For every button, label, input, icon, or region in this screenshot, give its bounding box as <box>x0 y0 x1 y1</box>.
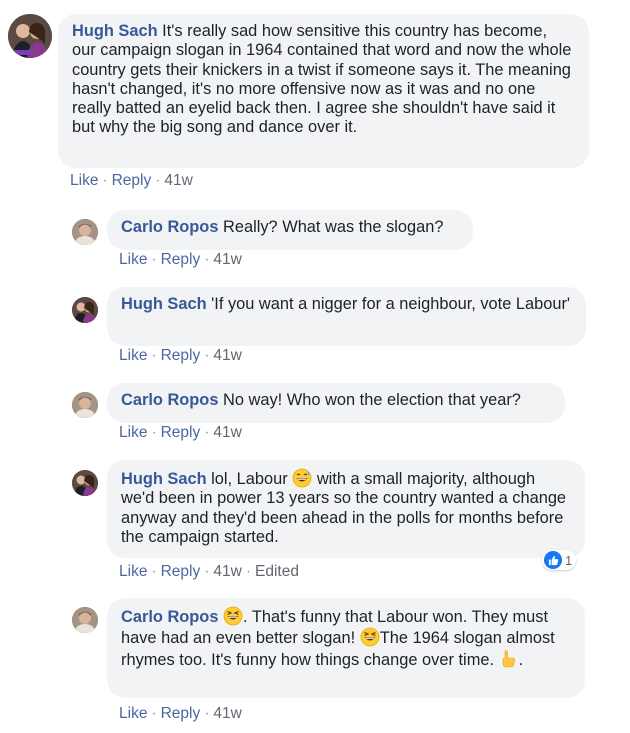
like-button[interactable]: Like <box>119 347 147 364</box>
timestamp[interactable]: 41w <box>164 172 192 189</box>
separator-dot: · <box>151 563 157 580</box>
separator-dot: · <box>245 563 252 580</box>
separator-dot: · <box>204 563 210 580</box>
reply-button[interactable]: Reply <box>161 424 201 441</box>
grinning-squinting-emoji-icon <box>223 606 243 626</box>
profile-photo-man-icon <box>72 219 98 245</box>
timestamp[interactable]: 41w <box>213 563 241 580</box>
comment-text: 'If you want a nigger for a neighbour, v… <box>206 295 571 313</box>
pointing-hand-emoji-icon <box>502 649 515 667</box>
reply-button[interactable]: Reply <box>161 251 201 268</box>
edited-label[interactable]: Edited <box>255 563 299 580</box>
timestamp[interactable]: 41w <box>213 424 241 441</box>
profile-photo-man-icon <box>72 607 98 633</box>
avatar[interactable] <box>72 607 98 633</box>
comment-text: . <box>518 650 524 669</box>
separator-dot: · <box>204 705 210 722</box>
separator-dot: · <box>204 347 210 364</box>
separator-dot: · <box>151 705 157 722</box>
like-button[interactable]: Like <box>119 424 147 441</box>
author-name[interactable]: Hugh Sach <box>121 295 207 313</box>
timestamp[interactable]: 41w <box>213 347 241 364</box>
reaction-number: 1 <box>565 552 573 568</box>
comment-text: No way! Who won the election that year? <box>218 391 521 409</box>
like-thumb-icon <box>544 551 562 569</box>
like-button[interactable]: Like <box>70 172 98 189</box>
author-name[interactable]: Carlo Ropos <box>121 218 218 236</box>
timestamp[interactable]: 41w <box>213 251 241 268</box>
avatar[interactable] <box>8 14 52 58</box>
author-name[interactable]: Hugh Sach <box>72 22 158 40</box>
separator-dot: · <box>204 251 210 268</box>
separator-dot: · <box>204 424 210 441</box>
reply-button[interactable]: Reply <box>161 563 201 580</box>
reaction-count[interactable]: 1 <box>542 550 577 570</box>
separator-dot: · <box>151 251 157 268</box>
profile-photo-couple-icon <box>8 14 52 58</box>
grinning-squinting-emoji-icon <box>360 627 380 647</box>
grinning-sweat-emoji-icon <box>292 468 312 488</box>
separator-dot: · <box>151 347 157 364</box>
reply-button[interactable]: Reply <box>161 347 201 364</box>
profile-photo-couple-icon <box>72 470 98 496</box>
like-button[interactable]: Like <box>119 705 147 722</box>
author-name[interactable]: Hugh Sach <box>121 470 207 488</box>
avatar[interactable] <box>72 219 98 245</box>
avatar[interactable] <box>72 470 98 496</box>
separator-dot: · <box>155 172 161 189</box>
reply-button[interactable]: Reply <box>112 172 152 189</box>
reply-button[interactable]: Reply <box>161 705 201 722</box>
author-name[interactable]: Carlo Ropos <box>121 608 218 626</box>
timestamp[interactable]: 41w <box>213 705 241 722</box>
profile-photo-couple-icon <box>72 297 98 323</box>
like-button[interactable]: Like <box>119 563 147 580</box>
avatar[interactable] <box>72 297 98 323</box>
author-name[interactable]: Carlo Ropos <box>121 391 218 409</box>
separator-dot: · <box>151 424 157 441</box>
avatar[interactable] <box>72 392 98 418</box>
like-button[interactable]: Like <box>119 251 147 268</box>
separator-dot: · <box>102 172 108 189</box>
comment-text: lol, Labour <box>206 470 293 488</box>
comment-text: Really? What was the slogan? <box>218 218 444 236</box>
profile-photo-man-icon <box>72 392 98 418</box>
